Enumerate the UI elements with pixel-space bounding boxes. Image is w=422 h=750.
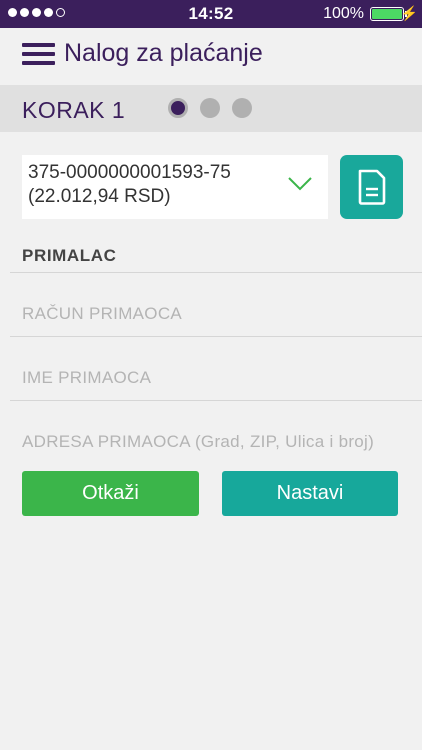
step-dot-2 [200, 98, 220, 118]
document-icon [358, 169, 386, 205]
page-title: Nalog za plaćanje [64, 39, 263, 67]
document-button[interactable] [340, 155, 403, 219]
battery-percent: 100% [323, 5, 364, 22]
step-label: KORAK 1 [22, 97, 126, 123]
step-indicator-bar: KORAK 1 [0, 85, 422, 132]
recipient-account-field[interactable]: RAČUN PRIMAOCA [22, 304, 182, 324]
cancel-button[interactable]: Otkaži [22, 471, 199, 516]
battery-icon [370, 7, 404, 21]
divider [10, 400, 422, 401]
step-dot-3 [232, 98, 252, 118]
recipient-name-field[interactable]: IME PRIMAOCA [22, 368, 151, 388]
next-button[interactable]: Nastavi [222, 471, 398, 516]
step-dots [168, 98, 252, 118]
section-label-recipient: PRIMALAC [22, 246, 117, 265]
app-header: Nalog za plaćanje [0, 28, 422, 84]
account-balance: (22.012,94 RSD) [28, 186, 171, 207]
step-dot-1 [168, 98, 188, 118]
hamburger-icon[interactable] [22, 43, 55, 67]
account-number: 375-0000000001593-75 [28, 162, 231, 183]
account-select[interactable]: 375-0000000001593-75 (22.012,94 RSD) [22, 155, 328, 219]
status-bar: 14:52 100% ⚡ [0, 0, 422, 28]
divider [10, 336, 422, 337]
recipient-address-field[interactable]: ADRESA PRIMAOCA (Grad, ZIP, Ulica i broj… [22, 432, 374, 452]
divider [10, 272, 422, 273]
chevron-down-icon [288, 177, 312, 191]
charging-bolt-icon: ⚡ [400, 5, 418, 21]
